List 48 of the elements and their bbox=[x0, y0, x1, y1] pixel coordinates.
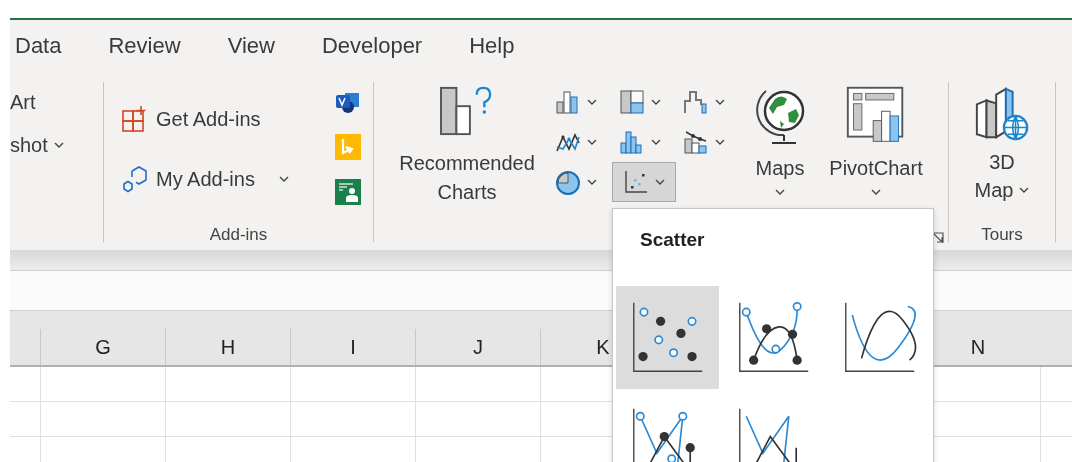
caret-icon bbox=[651, 99, 661, 105]
3d-map-button[interactable]: 3D Map bbox=[949, 75, 1055, 225]
caret-icon bbox=[587, 139, 597, 145]
add-ins-button[interactable]: Get Add-ins bbox=[122, 103, 322, 135]
ribbon-tab[interactable]: Help bbox=[469, 33, 515, 62]
scatter-type-option[interactable] bbox=[616, 286, 719, 389]
person-board-icon[interactable] bbox=[335, 179, 361, 205]
bar-chart-icon bbox=[555, 89, 581, 115]
treemap-icon bbox=[619, 89, 645, 115]
scatter-chart-icon bbox=[623, 169, 649, 195]
dialog-launcher-icon[interactable] bbox=[932, 231, 944, 244]
ribbon-button[interactable]: Art bbox=[10, 89, 103, 115]
caret-icon bbox=[1019, 187, 1030, 193]
ribbon-tab[interactable]: Review bbox=[108, 33, 181, 62]
arrow-tile-icon[interactable] bbox=[335, 134, 361, 160]
recommended-charts-button[interactable]: Recommended Charts bbox=[392, 75, 542, 225]
group-label: Tours bbox=[980, 225, 1024, 246]
group-label: Add-ins bbox=[208, 225, 269, 246]
step-chart-icon bbox=[683, 89, 709, 115]
caret-icon bbox=[53, 142, 64, 148]
pie-chart-icon bbox=[555, 169, 581, 195]
menu-heading: Scatter bbox=[639, 228, 706, 252]
column-header[interactable]: J bbox=[415, 329, 540, 365]
line-plot-icon bbox=[842, 300, 917, 375]
column-header[interactable]: I bbox=[290, 329, 415, 365]
caret-icon bbox=[278, 176, 289, 182]
buildings-globe-icon bbox=[973, 85, 1031, 143]
line-dot-plot-icon bbox=[736, 300, 811, 375]
combo-chart-icon bbox=[683, 129, 709, 155]
caret-icon bbox=[587, 179, 597, 185]
column-header[interactable]: H bbox=[165, 329, 290, 365]
chart-type-button[interactable] bbox=[612, 162, 676, 202]
caret-icon bbox=[651, 139, 661, 145]
column-header[interactable]: G bbox=[40, 329, 165, 365]
ribbon-tab[interactable]: Data bbox=[15, 33, 62, 62]
caret-icon bbox=[715, 99, 725, 105]
hexagon-icon bbox=[122, 165, 150, 193]
histogram-icon bbox=[619, 129, 645, 155]
caret-icon bbox=[871, 189, 881, 195]
ribbon-tab[interactable]: Developer bbox=[321, 33, 423, 62]
caret-icon bbox=[655, 179, 665, 185]
caret-icon bbox=[775, 189, 785, 195]
dot-plot-icon bbox=[630, 300, 705, 375]
caret-icon bbox=[715, 139, 725, 145]
add-ins-button[interactable]: My Add-ins bbox=[122, 163, 322, 195]
caret-icon bbox=[587, 99, 597, 105]
ribbon-button[interactable]: shot bbox=[10, 132, 103, 158]
ribbon-tab[interactable]: View bbox=[227, 33, 275, 62]
